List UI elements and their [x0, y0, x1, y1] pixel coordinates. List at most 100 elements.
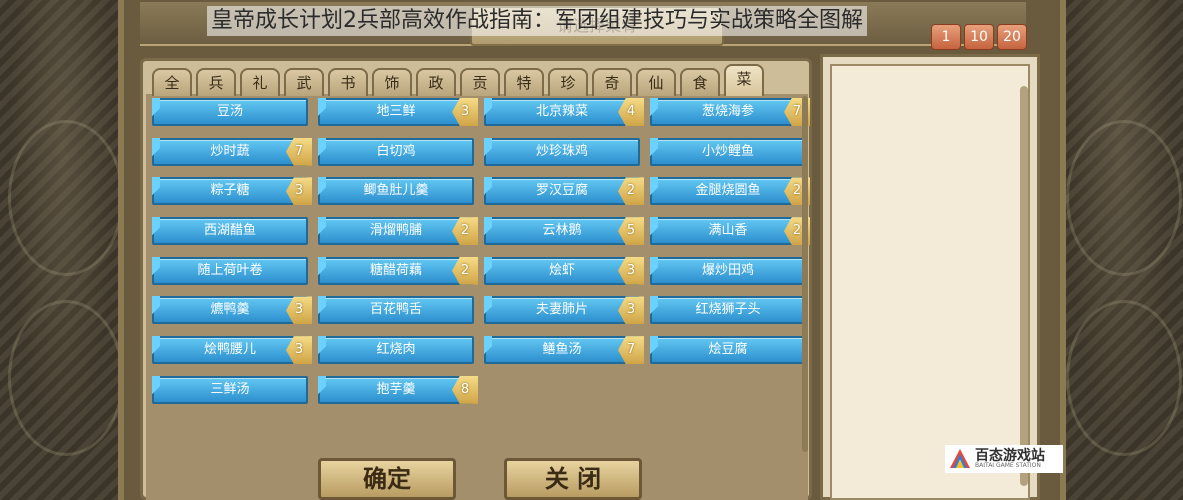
dish-item[interactable]: 百花鸭舌 — [318, 296, 474, 325]
dish-item[interactable]: 夫妻肺片 3 — [484, 296, 644, 325]
dish-count-badge: 7 — [618, 336, 644, 365]
tab-1[interactable]: 兵 — [196, 68, 236, 96]
dish-item[interactable]: 烩豆腐 — [650, 336, 806, 365]
dish-name: 爊鸭羹 — [210, 302, 250, 318]
dish-count-badge: 2 — [618, 177, 644, 206]
page-10-button[interactable]: 10 — [964, 24, 994, 50]
logo-cn-text: 百态游戏站 — [975, 448, 1045, 464]
dish-name: 白切鸡 — [376, 143, 416, 159]
dish-name: 云林鹅 — [542, 223, 582, 239]
dish-name: 北京辣菜 — [535, 104, 588, 119]
dragon-ornament — [1066, 300, 1182, 456]
dish-item[interactable]: 随上荷叶卷 — [152, 256, 308, 285]
dish-grid: 豆汤 地三鲜 3 北京辣菜 4 葱烧海参 7 炒时蔬 7 白切鸡 炒珍珠鸡 小炒鲤鱼 粽子糖 3 鲫鱼肚儿羹… — [152, 98, 810, 404]
dish-item[interactable]: 烩虾 3 — [484, 256, 644, 285]
detail-scrollbar[interactable] — [1020, 86, 1028, 486]
dish-name: 烩虾 — [548, 262, 575, 278]
dish-name: 罗汉豆腐 — [535, 183, 588, 199]
dish-name: 鲫鱼肚儿羹 — [363, 183, 429, 199]
dish-item[interactable]: 抱芋羹 8 — [318, 375, 478, 404]
tab-9[interactable]: 珍 — [548, 68, 588, 96]
dish-name: 烩豆腐 — [708, 342, 748, 358]
dish-name: 炒珍珠鸡 — [535, 143, 588, 159]
dish-item[interactable]: 红烧狮子头 — [650, 296, 806, 325]
tab-6[interactable]: 政 — [416, 68, 456, 96]
tab-0[interactable]: 全 — [152, 68, 192, 96]
site-logo: 百态游戏站 BAITAI GAME STATION — [945, 445, 1063, 473]
dish-name: 红烧肉 — [376, 342, 416, 358]
dish-count-badge: 2 — [452, 217, 478, 246]
dish-item[interactable]: 爊鸭羹 3 — [152, 296, 312, 325]
detail-panel-content — [830, 64, 1030, 500]
page-20-button[interactable]: 20 — [997, 24, 1027, 50]
dish-count-badge: 3 — [286, 177, 312, 206]
tab-2[interactable]: 礼 — [240, 68, 280, 96]
dish-count-badge: 3 — [618, 296, 644, 325]
dragon-ornament — [8, 120, 124, 276]
dish-count-badge: 3 — [452, 98, 478, 126]
dish-count-badge: 3 — [618, 256, 644, 285]
dish-count-badge: 7 — [286, 137, 312, 166]
dish-name: 三鲜汤 — [210, 381, 250, 397]
dish-name: 豆汤 — [216, 104, 243, 119]
dish-name: 地三鲜 — [376, 104, 416, 119]
dish-name: 随上荷叶卷 — [197, 262, 263, 278]
dish-item[interactable]: 云林鹅 5 — [484, 217, 644, 246]
tab-7[interactable]: 贡 — [460, 68, 500, 96]
dish-name: 西湖醋鱼 — [203, 223, 256, 239]
dish-count-badge: 2 — [452, 256, 478, 285]
dish-item[interactable]: 粽子糖 3 — [152, 177, 312, 206]
tab-12[interactable]: 食 — [680, 68, 720, 96]
logo-en-text: BAITAI GAME STATION — [975, 462, 1041, 469]
tab-4[interactable]: 书 — [328, 68, 368, 96]
tab-11[interactable]: 仙 — [636, 68, 676, 96]
dish-count-badge: 5 — [618, 217, 644, 246]
dish-item[interactable]: 满山香 2 — [650, 217, 810, 246]
left-decorative-border — [0, 0, 125, 500]
dish-name: 红烧狮子头 — [695, 302, 761, 318]
dish-item[interactable]: 地三鲜 3 — [318, 98, 478, 126]
dish-name: 葱烧海参 — [701, 104, 754, 119]
dish-item[interactable]: 烩鸭腰儿 3 — [152, 336, 312, 365]
scrollbar[interactable] — [802, 96, 808, 452]
dish-count-badge: 4 — [618, 98, 644, 126]
dish-item[interactable]: 北京辣菜 4 — [484, 98, 644, 126]
confirm-button[interactable]: 确定 — [318, 458, 456, 500]
page-1-button[interactable]: 1 — [931, 24, 961, 50]
dish-name: 烩鸭腰儿 — [203, 342, 256, 358]
dish-item[interactable]: 糖醋荷藕 2 — [318, 256, 478, 285]
dish-item[interactable]: 炒珍珠鸡 — [484, 137, 640, 166]
tab-8[interactable]: 特 — [504, 68, 544, 96]
dish-count-badge: 3 — [286, 336, 312, 365]
dish-count-badge: 3 — [286, 296, 312, 325]
dish-item[interactable]: 爆炒田鸡 — [650, 256, 806, 285]
right-decorative-border — [1058, 0, 1183, 500]
dish-name: 抱芋羹 — [376, 381, 416, 397]
tab-5[interactable]: 饰 — [372, 68, 412, 96]
dish-name: 炒时蔬 — [210, 143, 250, 159]
dish-item[interactable]: 鳝鱼汤 7 — [484, 336, 644, 365]
close-button[interactable]: 关 闭 — [504, 458, 642, 500]
dish-item[interactable]: 炒时蔬 7 — [152, 137, 312, 166]
dish-item[interactable]: 小炒鲤鱼 — [650, 137, 806, 166]
dish-item[interactable]: 三鲜汤 — [152, 375, 308, 404]
dish-item[interactable]: 葱烧海参 7 — [650, 98, 810, 126]
dish-name: 满山香 — [708, 223, 748, 239]
dish-item[interactable]: 鲫鱼肚儿羹 — [318, 177, 474, 206]
dish-name: 爆炒田鸡 — [701, 262, 754, 278]
logo-icon — [950, 449, 970, 468]
dish-name: 鳝鱼汤 — [542, 342, 582, 358]
dish-name: 粽子糖 — [210, 183, 250, 199]
dish-item[interactable]: 白切鸡 — [318, 137, 474, 166]
dish-item[interactable]: 红烧肉 — [318, 336, 474, 365]
dish-item[interactable]: 金腿烧圆鱼 2 — [650, 177, 810, 206]
dish-item[interactable]: 西湖醋鱼 — [152, 217, 308, 246]
dish-item[interactable]: 罗汉豆腐 2 — [484, 177, 644, 206]
dish-item[interactable]: 豆汤 — [152, 98, 308, 126]
tab-13[interactable]: 菜 — [724, 64, 764, 96]
tab-3[interactable]: 武 — [284, 68, 324, 96]
dish-count-badge: 8 — [452, 375, 478, 404]
dish-item[interactable]: 滑熘鸭脯 2 — [318, 217, 478, 246]
dragon-ornament — [8, 300, 124, 456]
tab-10[interactable]: 奇 — [592, 68, 632, 96]
